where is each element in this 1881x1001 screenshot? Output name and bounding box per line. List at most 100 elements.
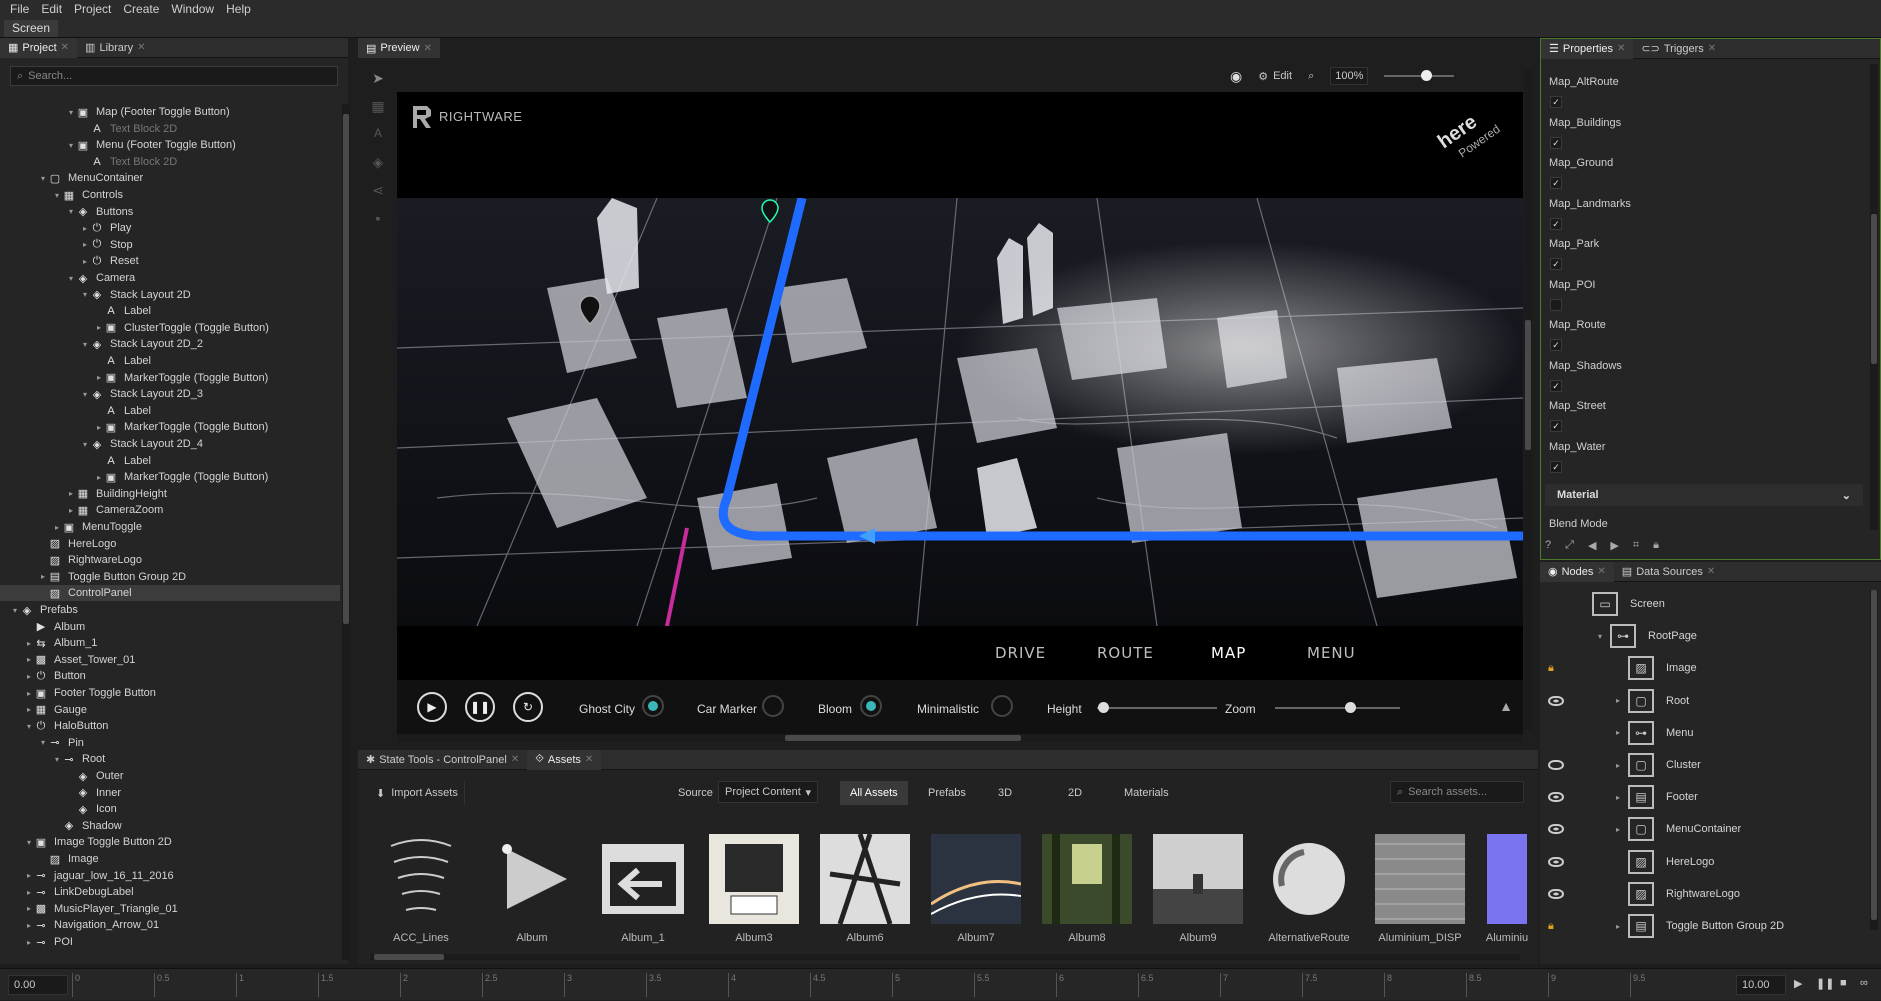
asset-item[interactable]: ACC_Lines xyxy=(375,834,467,944)
tree-item[interactable]: ◈ Inner xyxy=(0,785,340,801)
nav-menu[interactable]: MENU xyxy=(1307,644,1356,662)
tree-item[interactable]: ▾ ⊸ Root xyxy=(0,751,340,767)
tree-item[interactable]: A Label xyxy=(0,403,340,419)
tree-item[interactable]: ▾ ◈ Stack Layout 2D_3 xyxy=(0,386,340,402)
expand-arrow-icon[interactable]: ▾ xyxy=(10,606,20,615)
tree-item[interactable]: A Label xyxy=(0,453,340,469)
expand-arrow-icon[interactable]: ▾ xyxy=(80,390,90,399)
tab-preview[interactable]: ▤ Preview ✕ xyxy=(358,38,440,58)
expand-arrow-icon[interactable]: ▸ xyxy=(1616,793,1628,802)
tree-item[interactable]: ▸ ▣ MenuToggle xyxy=(0,519,340,535)
tree-item[interactable]: ▶ Album xyxy=(0,619,340,635)
expand-arrow-icon[interactable]: ▸ xyxy=(94,423,104,432)
node-item[interactable]: ▭ Screen xyxy=(1580,590,1665,618)
tree-item[interactable]: ▾ ▣ Image Toggle Button 2D xyxy=(0,834,340,850)
property-checkbox[interactable]: ✓ xyxy=(1550,177,1562,189)
tree-item[interactable]: ▸ ▣ MarkerToggle (Toggle Button) xyxy=(0,469,340,485)
filter-all-assets[interactable]: All Assets xyxy=(840,781,908,805)
people-tool-icon[interactable]: ▪ xyxy=(366,210,390,238)
node-item[interactable]: ▸ ▢ MenuContainer xyxy=(1616,815,1741,843)
asset-item[interactable]: Aluminiu xyxy=(1485,834,1529,944)
tree-item[interactable]: ▸ ⏻ Stop xyxy=(0,237,340,253)
expand-arrow-icon[interactable]: ▸ xyxy=(1616,922,1628,931)
expand-arrow-icon[interactable]: ▾ xyxy=(66,274,76,283)
grid-tool-icon[interactable]: ▦ xyxy=(366,98,390,126)
tab-state-tools[interactable]: ✱ State Tools - ControlPanel ✕ xyxy=(358,750,527,770)
property-checkbox[interactable]: ✓ xyxy=(1550,258,1562,270)
tab-triggers[interactable]: ⊂⊃ Triggers ✕ xyxy=(1633,39,1724,59)
tree-item[interactable]: ▾ ◈ Stack Layout 2D_2 xyxy=(0,336,340,352)
source-select[interactable]: Project Content ▾ xyxy=(718,781,818,803)
pause-button[interactable]: ❚❚ xyxy=(465,692,495,722)
tree-item[interactable]: ▸ ▦ CameraZoom xyxy=(0,502,340,518)
nodes-scrollbar[interactable] xyxy=(1870,590,1878,930)
expand-arrow-icon[interactable]: ▾ xyxy=(38,738,48,747)
tree-item[interactable]: ▾ ⏻ HaloButton xyxy=(0,718,340,734)
asset-item[interactable]: Album8 xyxy=(1041,834,1133,944)
expand-arrow-icon[interactable]: ▾ xyxy=(24,722,34,731)
scrollbar-thumb[interactable] xyxy=(785,735,1021,741)
expand-arrow-icon[interactable]: ▸ xyxy=(1616,696,1628,705)
material-section-header[interactable]: Material ⌄ xyxy=(1545,484,1863,506)
close-icon[interactable]: ✕ xyxy=(137,42,145,53)
timeline-stop-icon[interactable]: ■ xyxy=(1840,977,1847,989)
expand-arrow-icon[interactable]: ▸ xyxy=(24,871,34,880)
tree-item[interactable]: ◈ Icon xyxy=(0,801,340,817)
forward-icon[interactable]: ▶ xyxy=(1610,539,1618,552)
asset-item[interactable]: Album_1 xyxy=(597,834,689,944)
zoom-slider-knob[interactable] xyxy=(1421,70,1433,81)
play-button[interactable]: ▶ xyxy=(417,692,447,722)
expand-arrow-icon[interactable]: ▾ xyxy=(38,174,48,183)
menu-help[interactable]: Help xyxy=(220,2,257,16)
timeline-start-field[interactable]: 0.00 xyxy=(8,975,68,995)
node-item[interactable]: ▸ ▤ Toggle Button Group 2D xyxy=(1616,912,1784,940)
tree-item[interactable]: ▸ ▤ Toggle Button Group 2D xyxy=(0,569,340,585)
expand-arrow-icon[interactable]: ▸ xyxy=(24,705,34,714)
lock-icon[interactable]: 🔒︎ xyxy=(1653,539,1659,552)
tree-item[interactable]: ▨ Image xyxy=(0,851,340,867)
tab-properties[interactable]: ☰ Properties ✕ xyxy=(1541,39,1634,59)
property-checkbox[interactable]: ✓ xyxy=(1550,96,1562,108)
tree-item[interactable]: ▸ ▣ MarkerToggle (Toggle Button) xyxy=(0,419,340,435)
tree-item[interactable]: ▾ ▦ Controls xyxy=(0,187,340,203)
tree-item[interactable]: ▾ ◈ Camera xyxy=(0,270,340,286)
menu-file[interactable]: File xyxy=(4,2,35,16)
zoom-slider[interactable] xyxy=(1384,70,1455,81)
bloom-toggle[interactable] xyxy=(860,695,882,717)
assets-hscroll[interactable] xyxy=(370,954,1520,960)
tree-item[interactable]: ◈ Outer xyxy=(0,768,340,784)
tree-item[interactable]: ▸ ▣ Footer Toggle Button xyxy=(0,685,340,701)
back-icon[interactable]: ◀ xyxy=(1588,539,1596,552)
asset-item[interactable]: Album3 xyxy=(708,834,800,944)
tree-item[interactable]: ▸ ▩ MusicPlayer_Triangle_01 xyxy=(0,901,340,917)
expand-arrow-icon[interactable]: ▸ xyxy=(66,506,76,515)
fit-icon[interactable]: ⌗ xyxy=(1633,539,1639,552)
assets-search-input[interactable]: ⌕ Search assets... xyxy=(1390,781,1524,803)
tab-screen[interactable]: Screen xyxy=(4,20,59,37)
tree-item[interactable]: ▾ ◈ Buttons xyxy=(0,204,340,220)
share-tool-icon[interactable]: ⋖ xyxy=(366,182,390,210)
nav-drive[interactable]: DRIVE xyxy=(995,644,1046,662)
asset-item[interactable]: AlternativeRoute xyxy=(1263,834,1355,944)
eye-icon[interactable] xyxy=(1548,792,1564,803)
node-item[interactable]: ▨ Image xyxy=(1616,654,1697,682)
expand-arrow-icon[interactable]: ▾ xyxy=(80,340,90,349)
project-scrollbar[interactable] xyxy=(342,104,350,960)
menu-edit[interactable]: Edit xyxy=(35,2,68,16)
expand-arrow-icon[interactable]: ▸ xyxy=(24,888,34,897)
preview-viewport[interactable]: RIGHTWARE here Powered DRIVE ROUTE MAP M… xyxy=(397,92,1523,734)
close-icon[interactable]: ✕ xyxy=(424,43,432,54)
timeline-loop-icon[interactable]: ∞ xyxy=(1860,977,1868,989)
expand-arrow-icon[interactable]: ▸ xyxy=(1616,825,1628,834)
menu-project[interactable]: Project xyxy=(68,2,117,16)
expand-arrow-icon[interactable]: ▸ xyxy=(52,523,62,532)
collapse-up-icon[interactable]: ▲ xyxy=(1499,698,1513,714)
car-marker-toggle[interactable] xyxy=(762,695,784,717)
property-checkbox[interactable]: ✓ xyxy=(1550,217,1562,230)
eye-icon[interactable]: ◉ xyxy=(1230,68,1242,85)
expand-arrow-icon[interactable]: ▾ xyxy=(80,290,90,299)
nav-route[interactable]: ROUTE xyxy=(1097,644,1154,662)
expand-arrow-icon[interactable]: ▸ xyxy=(24,904,34,913)
project-search-input[interactable]: ⌕ Search... xyxy=(10,66,338,86)
eye-icon[interactable] xyxy=(1548,888,1564,899)
